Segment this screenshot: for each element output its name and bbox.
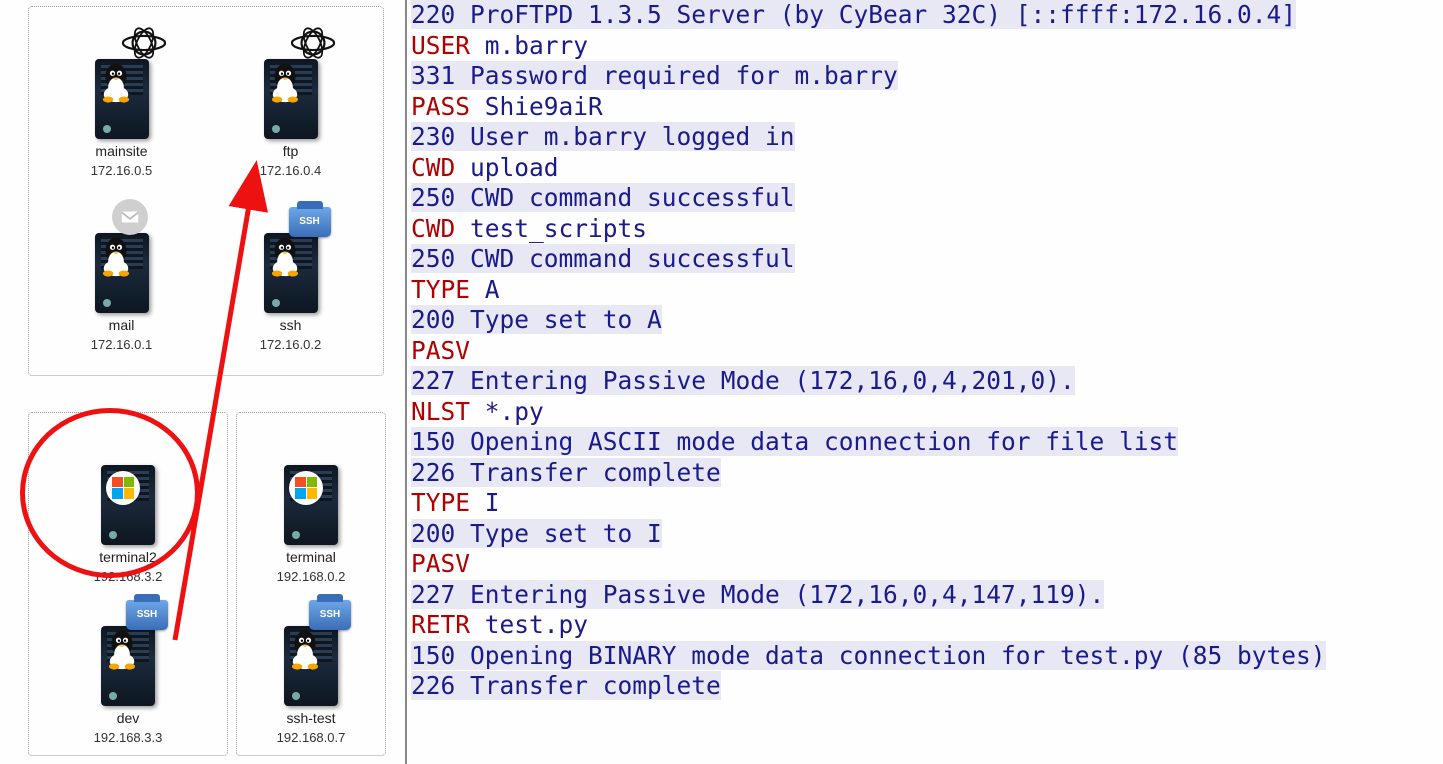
- ftp-client-command: CWD test_scripts: [411, 214, 1439, 245]
- host-ip: 192.168.0.7: [277, 730, 346, 746]
- host-name: ssh: [280, 317, 302, 334]
- host-name: mainsite: [95, 143, 147, 160]
- tux-icon: [287, 628, 323, 670]
- host-ip: 172.16.0.4: [260, 163, 321, 179]
- host-ssh[interactable]: SSH ssh 172.16.0.2: [216, 193, 366, 353]
- ftp-session-log: 220 ProFTPD 1.3.5 Server (by CyBear 32C)…: [405, 0, 1443, 764]
- ftp-server-response: 150 Opening ASCII mode data connection f…: [411, 427, 1439, 458]
- mail-icon: [112, 199, 148, 235]
- windows-icon: [106, 471, 140, 505]
- tux-icon: [267, 61, 303, 103]
- host-ip: 172.16.0.2: [260, 337, 321, 353]
- windows-icon: [289, 471, 323, 505]
- ftp-server-response: 250 CWD command successful: [411, 183, 1439, 214]
- network-group-3: terminal 192.168.0.2 SSH ssh-test 192.168.0.…: [236, 412, 386, 756]
- ftp-client-command: RETR test.py: [411, 610, 1439, 641]
- tux-icon: [267, 235, 303, 277]
- ftp-client-command: PASV: [411, 549, 1439, 580]
- ftp-server-response: 200 Type set to A: [411, 305, 1439, 336]
- ftp-server-response: 227 Entering Passive Mode (172,16,0,4,20…: [411, 366, 1439, 397]
- ssh-folder-icon: SSH: [289, 207, 331, 237]
- ftp-server-response: 331 Password required for m.barry: [411, 61, 1439, 92]
- ftp-client-command: NLST *.py: [411, 397, 1439, 428]
- tux-icon: [104, 628, 140, 670]
- host-name: terminal2: [99, 549, 157, 566]
- ftp-client-command: TYPE I: [411, 488, 1439, 519]
- ftp-server-response: 200 Type set to I: [411, 519, 1439, 550]
- ftp-client-command: PASV: [411, 336, 1439, 367]
- tux-icon: [98, 61, 134, 103]
- ftp-server-response: 226 Transfer complete: [411, 458, 1439, 489]
- host-name: terminal: [286, 549, 336, 566]
- ftp-server-response: 226 Transfer complete: [411, 671, 1439, 702]
- ssh-folder-icon: SSH: [126, 600, 168, 630]
- host-terminal2[interactable]: terminal2 192.168.3.2: [53, 425, 203, 585]
- ftp-server-response: 150 Opening BINARY mode data connection …: [411, 641, 1439, 672]
- ftp-server-response: 250 CWD command successful: [411, 244, 1439, 275]
- globe-icon: [122, 25, 166, 61]
- globe-icon: [291, 25, 335, 61]
- ftp-client-command: USER m.barry: [411, 31, 1439, 62]
- network-diagram: mainsite 172.16.0.5 ftp 172.16.0.4 mail 172.1…: [0, 0, 405, 764]
- ftp-client-command: PASS Shie9aiR: [411, 92, 1439, 123]
- host-name: ssh-test: [286, 710, 335, 727]
- host-terminal[interactable]: terminal 192.168.0.2: [245, 425, 377, 585]
- network-group-1: mainsite 172.16.0.5 ftp 172.16.0.4 mail 172.1…: [28, 6, 384, 376]
- host-ip: 192.168.3.2: [94, 569, 163, 585]
- host-mail[interactable]: mail 172.16.0.1: [47, 193, 197, 353]
- host-name: ftp: [283, 143, 299, 160]
- host-name: dev: [117, 710, 140, 727]
- ftp-server-response: 227 Entering Passive Mode (172,16,0,4,14…: [411, 580, 1439, 611]
- host-ftp[interactable]: ftp 172.16.0.4: [216, 19, 366, 179]
- host-dev[interactable]: SSH dev 192.168.3.3: [53, 586, 203, 746]
- host-ip: 192.168.3.3: [94, 730, 163, 746]
- tux-icon: [98, 235, 134, 277]
- ssh-folder-icon: SSH: [309, 600, 351, 630]
- ftp-server-response: 230 User m.barry logged in: [411, 122, 1439, 153]
- host-mainsite[interactable]: mainsite 172.16.0.5: [47, 19, 197, 179]
- host-ip: 172.16.0.5: [91, 163, 152, 179]
- host-ssh-test[interactable]: SSH ssh-test 192.168.0.7: [245, 586, 377, 746]
- host-ip: 192.168.0.2: [277, 569, 346, 585]
- host-name: mail: [109, 317, 135, 334]
- ftp-server-response: 220 ProFTPD 1.3.5 Server (by CyBear 32C)…: [411, 0, 1439, 31]
- ftp-client-command: CWD upload: [411, 153, 1439, 184]
- ftp-client-command: TYPE A: [411, 275, 1439, 306]
- host-ip: 172.16.0.1: [91, 337, 152, 353]
- network-group-2: terminal2 192.168.3.2 SSH dev 192.168.3.3: [28, 412, 228, 756]
